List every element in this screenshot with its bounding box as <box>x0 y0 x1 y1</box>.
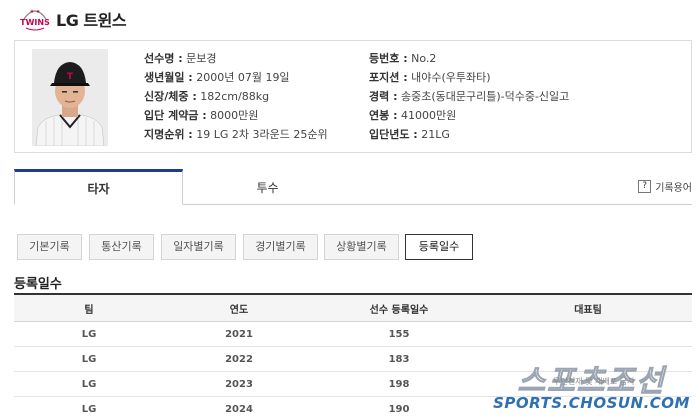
glossary-label: 기록용어 <box>655 183 692 194</box>
header-days: 선수 등록일수 <box>369 304 429 316</box>
info-draft: 지명순위 : 19 LG 2차 3라운드 25순위 <box>144 126 328 142</box>
subtab-basic[interactable]: 기본기록 <box>17 234 82 260</box>
info-value: 21LG <box>417 128 450 141</box>
info-height-weight: 신장/체중 : 182cm/88kg <box>144 88 269 104</box>
cell-team: LG <box>81 328 97 340</box>
info-label: 선수명 : <box>144 52 183 65</box>
info-value: 8000만원 <box>206 109 259 122</box>
cell-national-team <box>484 322 692 346</box>
cell-year: 2021 <box>225 328 253 340</box>
table-row: LG 2024 190 <box>14 397 692 420</box>
info-birthdate: 생년월일 : 2000년 07월 19일 <box>144 69 290 85</box>
info-value: 182cm/88kg <box>196 90 270 103</box>
cell-national-team <box>484 347 692 371</box>
table-row: LG 2022 183 <box>14 347 692 372</box>
cell-year: 2024 <box>225 403 253 415</box>
glossary-link[interactable]: ? 기록용어 <box>638 179 692 194</box>
info-label: 연봉 : <box>369 109 398 122</box>
subtab-situation[interactable]: 상황별기록 <box>324 234 399 260</box>
table-row: LG 2023 198 <box>14 372 692 397</box>
cell-team: LG <box>81 378 97 390</box>
cell-year: 2022 <box>225 353 253 365</box>
info-label: 생년월일 : <box>144 71 193 84</box>
cell-team: LG <box>81 353 97 365</box>
info-name: 선수명 : 문보경 <box>144 50 216 66</box>
info-number: 등번호 : No.2 <box>369 50 436 66</box>
info-label: 경력 : <box>369 90 398 103</box>
subtab-registration-days[interactable]: 등록일수 <box>405 234 473 260</box>
cell-national-team <box>484 372 692 396</box>
table-row: LG 2021 155 <box>14 322 692 347</box>
info-value: No.2 <box>407 52 437 65</box>
info-label: 등번호 : <box>369 52 408 65</box>
svg-text:T: T <box>67 72 74 82</box>
info-label: 신장/체중 : <box>144 90 197 103</box>
cell-days: 190 <box>388 403 410 415</box>
main-tabs: 타자 투수 ? 기록용어 <box>14 169 692 205</box>
section-title: 등록일수 <box>14 277 62 292</box>
player-profile: T 선수명 : 문보경 생년월일 : 2000년 07월 19일 신장/체중 :… <box>14 40 692 153</box>
subtab-daily[interactable]: 일자별기록 <box>161 234 236 260</box>
svg-text:★ ★: ★ ★ <box>30 9 41 15</box>
subtab-career[interactable]: 통산기록 <box>89 234 154 260</box>
info-label: 지명순위 : <box>144 128 193 141</box>
info-value: 41000만원 <box>397 109 457 122</box>
info-value: 2000년 07월 19일 <box>192 71 290 84</box>
header-year: 연도 <box>229 304 249 316</box>
tab-pitcher[interactable]: 투수 <box>183 169 352 205</box>
info-label: 입단 계약금 : <box>144 109 207 122</box>
header-team: 팀 <box>84 304 94 316</box>
info-value: 내야수(우투좌타) <box>407 71 491 84</box>
info-value: 문보경 <box>182 52 217 65</box>
team-name: LG 트윈스 <box>56 11 127 30</box>
cell-days: 155 <box>388 328 410 340</box>
info-join-year: 입단년도 : 21LG <box>369 126 450 142</box>
cell-days: 198 <box>388 378 410 390</box>
cell-days: 183 <box>388 353 410 365</box>
info-salary: 연봉 : 41000만원 <box>369 107 456 123</box>
player-photo: T <box>32 49 108 146</box>
info-label: 포지션 : <box>369 71 408 84</box>
info-value: 송중초(동대문구리틀)-덕수중-신일고 <box>397 90 570 103</box>
subtab-game[interactable]: 경기별기록 <box>243 234 318 260</box>
tab-batter[interactable]: 타자 <box>14 169 183 205</box>
info-career: 경력 : 송중초(동대문구리틀)-덕수중-신일고 <box>369 88 569 104</box>
question-icon: ? <box>638 180 652 193</box>
cell-national-team <box>484 397 692 420</box>
header-national-team: 대표팀 <box>574 304 602 316</box>
logo-text: TWINS <box>20 18 50 27</box>
info-signing-bonus: 입단 계약금 : 8000만원 <box>144 107 258 123</box>
info-label: 입단년도 : <box>369 128 418 141</box>
registration-table: 팀 연도 선수 등록일수 대표팀 LG 2021 155 LG 2022 183… <box>14 293 692 420</box>
info-value: 19 LG 2차 3라운드 25순위 <box>192 128 328 141</box>
page-header: ★ ★ TWINS LG 트윈스 <box>0 0 700 36</box>
cell-team: LG <box>81 403 97 415</box>
table-header: 팀 연도 선수 등록일수 대표팀 <box>14 295 692 322</box>
info-position: 포지션 : 내야수(우투좌타) <box>369 69 491 85</box>
twins-logo: ★ ★ TWINS <box>20 9 50 31</box>
cell-year: 2023 <box>225 378 253 390</box>
